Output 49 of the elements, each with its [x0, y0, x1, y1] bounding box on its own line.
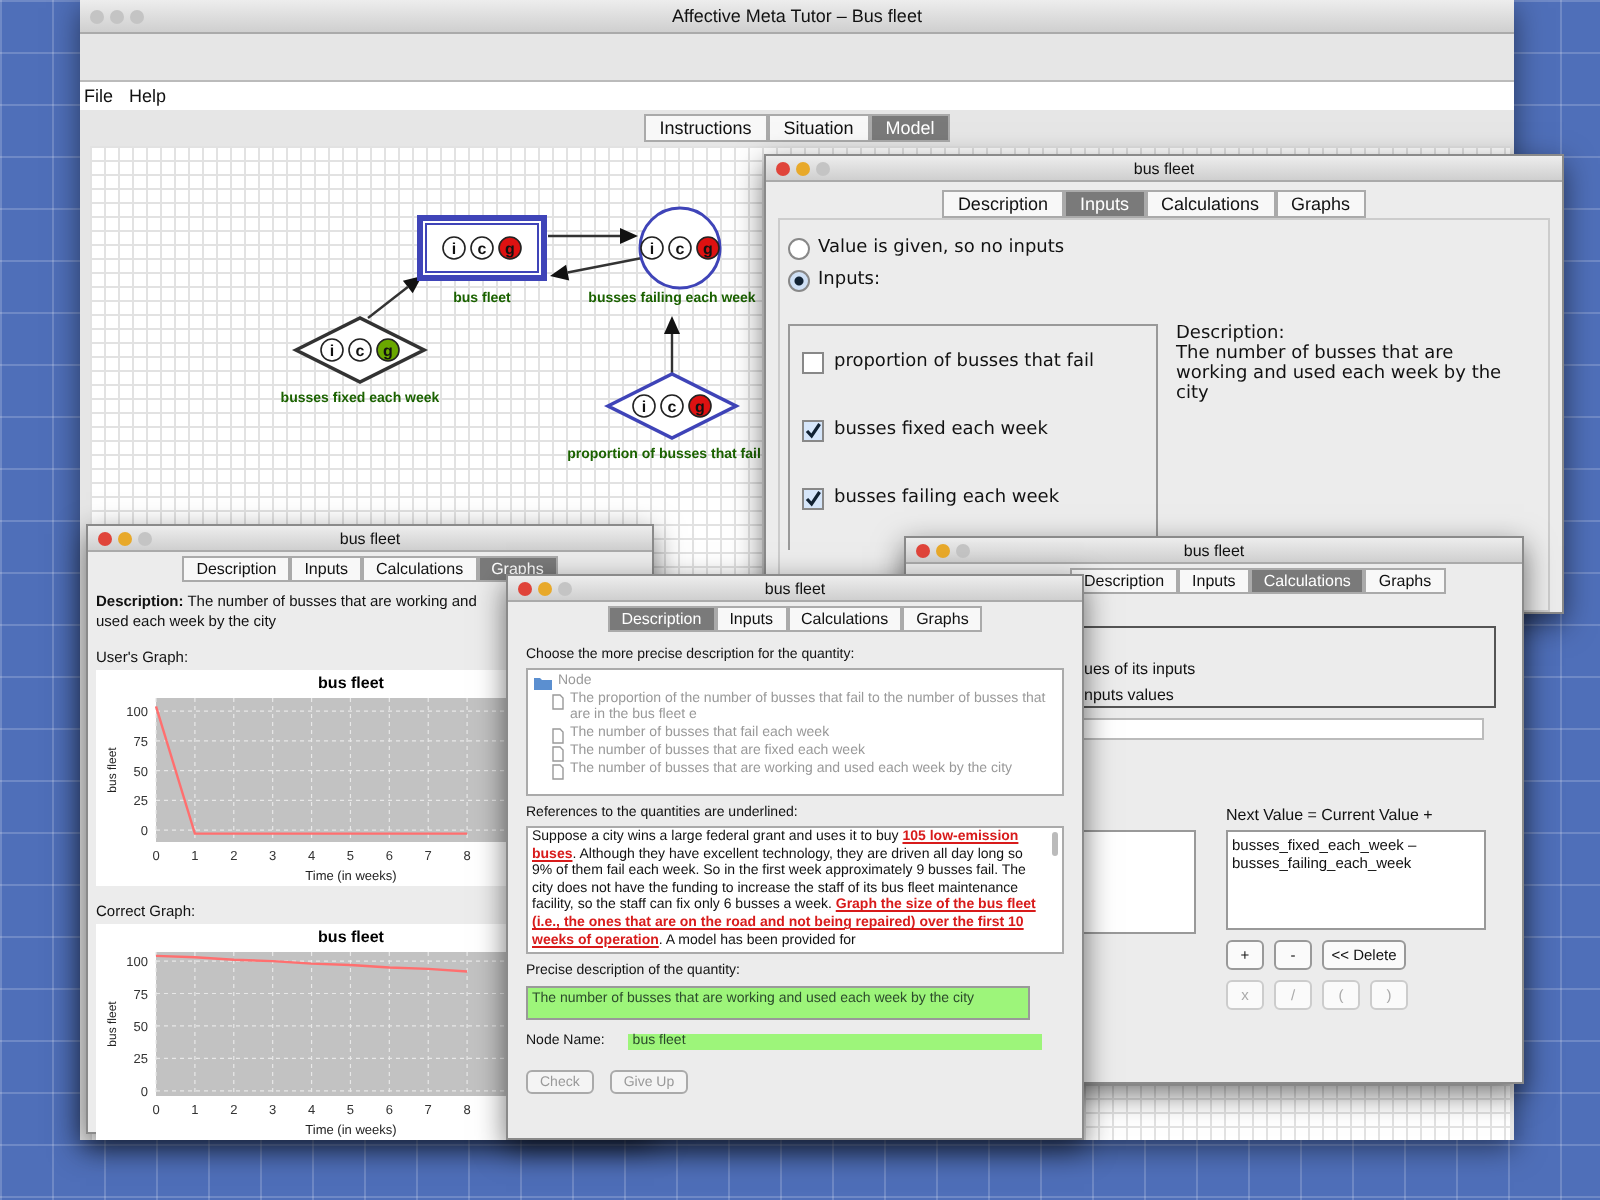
tab[interactable]: Graphs: [1275, 190, 1367, 218]
chart-title: bus fleet: [318, 674, 384, 692]
checkbox-label: busses failing each week: [834, 488, 1060, 508]
checkbox-label: busses fixed each week: [834, 420, 1048, 440]
radio-label: Inputs:: [818, 270, 881, 290]
tab[interactable]: Calculations: [362, 556, 478, 582]
status-badge: g: [376, 337, 400, 362]
status-badge: c: [660, 393, 684, 418]
tab[interactable]: Graphs: [1364, 568, 1446, 594]
radio-label: Value is given, so no inputs: [818, 238, 1065, 258]
description-heading: Description:: [1176, 324, 1287, 344]
equation-label: Next Value = Current Value +: [1226, 806, 1435, 828]
window-title: bus fleet: [1133, 159, 1195, 177]
tab[interactable]: Inputs: [1178, 568, 1250, 594]
status-badge: i: [320, 337, 344, 362]
option-label: ues of its inputs: [1084, 658, 1198, 682]
tab[interactable]: Description: [1070, 568, 1179, 594]
menu-item[interactable]: Help: [129, 85, 167, 106]
status-badge: g: [498, 236, 522, 260]
tab[interactable]: Calculations: [1145, 190, 1276, 218]
checkbox-label: proportion of busses that fail: [834, 352, 1094, 372]
tab[interactable]: Calculations: [787, 606, 903, 632]
tab[interactable]: Inputs: [1063, 190, 1145, 218]
window-title: bus fleet: [764, 579, 826, 597]
tab[interactable]: Inputs: [715, 606, 787, 632]
tab[interactable]: Model: [869, 113, 951, 142]
window-title: Affective Meta Tutor – Bus fleet: [672, 6, 922, 26]
status-badge: g: [688, 393, 712, 418]
status-badge: g: [696, 236, 720, 260]
status-badge: i: [632, 393, 656, 418]
window-title: bus fleet: [1183, 541, 1245, 559]
tab[interactable]: Description: [182, 556, 291, 582]
status-badge: c: [348, 337, 372, 362]
tab[interactable]: Graphs: [902, 606, 983, 632]
option-label: nputs values: [1084, 684, 1176, 708]
tab[interactable]: Description: [941, 190, 1064, 218]
tab[interactable]: Calculations: [1249, 568, 1365, 594]
window-title: bus fleet: [339, 529, 401, 547]
chart-title: bus fleet: [318, 928, 384, 946]
status-badge: i: [640, 236, 664, 260]
status-badge: i: [442, 236, 466, 260]
tab[interactable]: Inputs: [290, 556, 362, 582]
status-badge: c: [668, 236, 692, 260]
menu-item[interactable]: File: [84, 85, 114, 106]
status-badge: c: [470, 236, 494, 260]
tab[interactable]: Instructions: [643, 113, 768, 142]
tab[interactable]: Situation: [767, 113, 870, 142]
description-text: The number of busses that are working and used each week by the city: [1176, 344, 1504, 404]
tab[interactable]: Description: [607, 606, 716, 632]
